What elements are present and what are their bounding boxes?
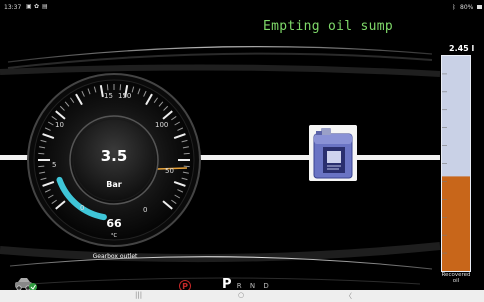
recovered-oil-cylinder <box>441 55 471 272</box>
app-screen: Empting oil sump 10 5 0 15 150 100 50 0 … <box>0 14 484 292</box>
pressure-unit: Bar <box>106 180 122 189</box>
gear-n: N <box>249 282 259 290</box>
gauge-scale-label: 100 <box>155 121 169 129</box>
home-icon[interactable]: ○ <box>238 291 244 299</box>
temperature-value: 66 <box>106 217 122 230</box>
gear-r: R <box>236 282 245 290</box>
back-icon[interactable]: 〈 <box>345 291 352 301</box>
temperature-unit: °C <box>111 233 117 239</box>
recovered-oil-value: 2.45 l <box>449 44 475 53</box>
gauge-scale-label: 5 <box>52 161 57 169</box>
gauge-scale-label: 50 <box>165 167 174 175</box>
gauge-scale-label: 150 <box>118 92 132 100</box>
gauge-tick <box>183 165 190 168</box>
gauge-tick <box>183 152 190 155</box>
page-title: Empting oil sump <box>263 19 394 34</box>
status-time: 13:37 <box>4 4 22 11</box>
navigation-bar: ||| ○ 〈 <box>0 290 484 302</box>
settings-icon: ✿ <box>34 3 40 10</box>
status-bar: 13:37 ▣ ✿ ▤ ᛒ 80% <box>0 0 484 14</box>
gauge-scale-label: 0 <box>143 206 148 214</box>
bluetooth-icon: ᛒ <box>452 4 456 11</box>
gauge-tick <box>38 165 45 168</box>
gauge-scale-label: 15 <box>104 92 113 100</box>
gauge-caption: Gearbox outlet <box>92 253 138 260</box>
image-icon: ▣ <box>26 3 32 10</box>
gauge-tick <box>106 84 109 91</box>
gauge-scale-label: 10 <box>55 121 64 129</box>
gear-d: D <box>263 282 272 290</box>
recents-icon[interactable]: ||| <box>135 291 142 299</box>
pressure-value: 3.5 <box>100 147 128 165</box>
battery-icon <box>477 5 482 9</box>
calendar-icon: ▤ <box>42 3 48 10</box>
gauge-tick <box>119 84 122 91</box>
battery-level: 80% <box>460 4 474 11</box>
gauge-tick <box>38 152 45 155</box>
oil-container-icon <box>309 125 357 181</box>
recovered-oil-label: Recovered oil <box>441 272 471 284</box>
gauge-scale-label: 0 <box>80 204 85 212</box>
